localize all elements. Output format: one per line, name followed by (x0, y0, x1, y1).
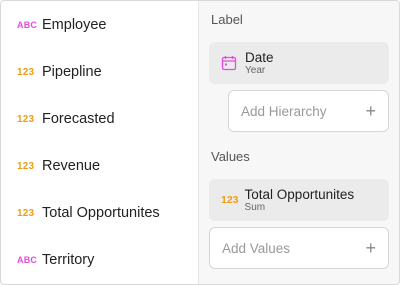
number-type-indicator: 123 (17, 207, 35, 219)
number-type-indicator: 123 (17, 66, 35, 78)
field-item-employee[interactable]: ABC Employee (1, 2, 198, 48)
field-list: ABC Employee 123 Pipepline 123 Forecaste… (1, 1, 198, 284)
field-name: Employee (42, 17, 107, 33)
number-type-indicator: 123 (17, 113, 35, 125)
add-values-placeholder: Add Values (222, 240, 291, 256)
field-item-pipepline[interactable]: 123 Pipepline (1, 49, 198, 95)
plus-icon: + (365, 101, 376, 121)
label-date-chip[interactable]: Date Year (209, 42, 389, 84)
pivot-editor: ABC Employee 123 Pipepline 123 Forecaste… (0, 0, 400, 285)
field-item-total-opportunites[interactable]: 123 Total Opportunites (1, 190, 198, 236)
settings-panel: Label Date Year Add Hierarchy + Values 1… (199, 1, 399, 284)
chip-subtitle: Year (245, 64, 266, 76)
field-name: Pipepline (42, 64, 102, 80)
field-name: Revenue (42, 158, 101, 174)
chip-title: Total Opportunites (244, 186, 355, 202)
chip-title: Date (245, 49, 274, 65)
field-name: Total Opportunites (42, 205, 160, 221)
add-hierarchy-placeholder: Add Hierarchy (241, 103, 327, 119)
calendar-icon (221, 56, 237, 71)
chip-subtitle: Sum (244, 201, 266, 213)
text-type-indicator: ABC (17, 255, 38, 265)
field-name: Forecasted (42, 111, 115, 127)
add-values-button[interactable]: Add Values + (209, 227, 389, 269)
number-type-indicator: 123 (17, 160, 35, 172)
field-item-forecasted[interactable]: 123 Forecasted (1, 96, 198, 142)
text-type-indicator: ABC (17, 20, 38, 30)
field-name: Territory (42, 252, 95, 268)
field-item-revenue[interactable]: 123 Revenue (1, 143, 198, 189)
number-type-indicator: 123 (221, 194, 239, 206)
label-section-title: Label (211, 12, 243, 27)
plus-icon: + (365, 238, 376, 258)
values-section-title: Values (211, 149, 250, 164)
add-hierarchy-button[interactable]: Add Hierarchy + (228, 90, 389, 132)
field-item-territory[interactable]: ABC Territory (1, 237, 198, 283)
values-total-opportunites-chip[interactable]: 123 Total Opportunites Sum (209, 179, 389, 221)
